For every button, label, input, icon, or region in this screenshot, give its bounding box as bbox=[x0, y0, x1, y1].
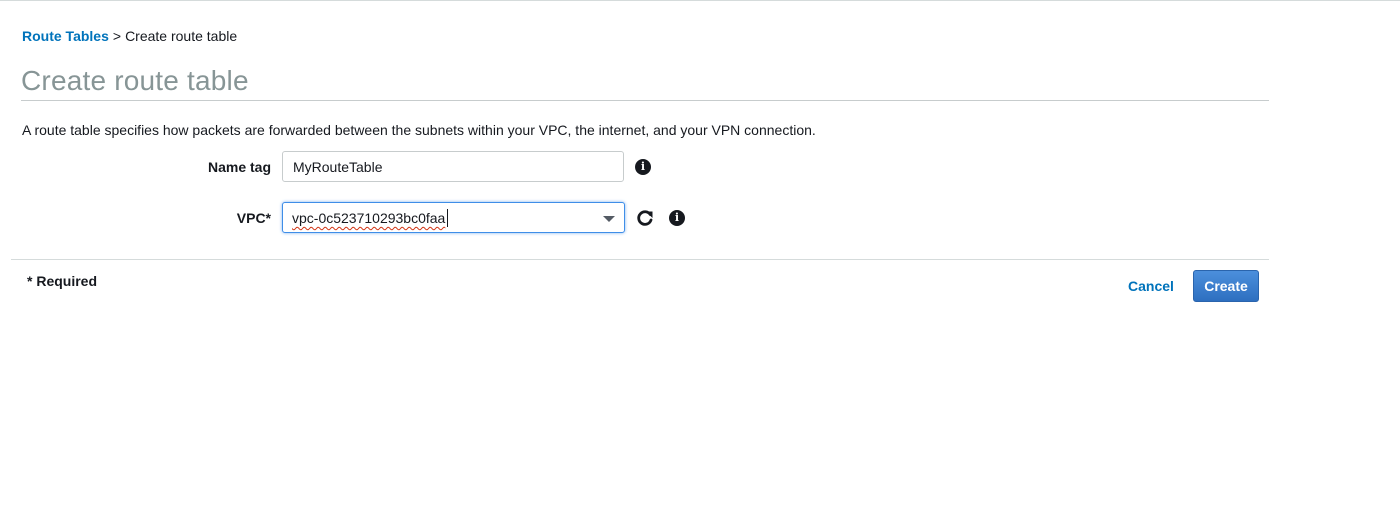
page-title: Create route table bbox=[21, 65, 249, 96]
text-cursor bbox=[447, 209, 448, 227]
vpc-select[interactable]: vpc-0c523710293bc0faa bbox=[282, 202, 625, 233]
title-divider bbox=[21, 100, 1269, 101]
vpc-label: VPC* bbox=[236, 210, 271, 226]
breadcrumb: Route Tables > Create route table bbox=[22, 28, 237, 44]
name-tag-row: Name tag i bbox=[0, 151, 800, 183]
refresh-icon[interactable] bbox=[635, 208, 655, 228]
name-tag-input[interactable] bbox=[282, 151, 624, 182]
breadcrumb-route-tables-link[interactable]: Route Tables bbox=[22, 28, 109, 44]
info-icon[interactable]: i bbox=[635, 159, 651, 175]
cancel-button[interactable]: Cancel bbox=[1128, 277, 1174, 295]
breadcrumb-current: Create route table bbox=[125, 28, 238, 44]
required-note: * Required bbox=[27, 273, 98, 289]
create-button[interactable]: Create bbox=[1193, 270, 1259, 302]
chevron-down-icon bbox=[603, 216, 615, 222]
vpc-select-value: vpc-0c523710293bc0faa bbox=[292, 210, 446, 226]
info-icon[interactable]: i bbox=[669, 210, 685, 226]
footer-divider bbox=[11, 259, 1269, 260]
name-tag-label: Name tag bbox=[207, 159, 271, 175]
breadcrumb-separator: > bbox=[112, 28, 122, 44]
page-description: A route table specifies how packets are … bbox=[22, 122, 816, 138]
vpc-row: VPC* vpc-0c523710293bc0faa i bbox=[0, 202, 800, 234]
